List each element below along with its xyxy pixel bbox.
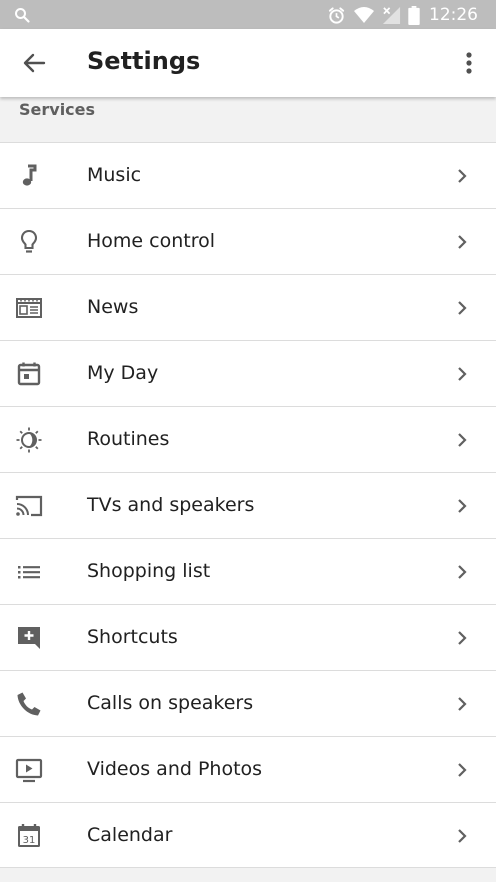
music-note-icon xyxy=(22,164,37,186)
list-item-routines[interactable]: Routines xyxy=(0,406,496,472)
list-item-home-control[interactable]: Home control xyxy=(0,208,496,274)
search-icon xyxy=(15,8,30,23)
section-header: Services xyxy=(0,97,496,142)
calendar-today-icon xyxy=(17,362,41,386)
list-item-label: Shortcuts xyxy=(87,626,178,648)
phone-icon xyxy=(17,692,41,716)
list-item-label: Home control xyxy=(87,230,216,252)
list-item-label: News xyxy=(87,296,139,318)
add-comment-icon xyxy=(18,627,40,649)
list-item-label: Videos and Photos xyxy=(87,758,263,780)
chevron-right-icon xyxy=(458,235,467,249)
status-bar: 12:26 xyxy=(0,0,496,29)
chevron-right-icon xyxy=(458,433,467,447)
video-play-icon xyxy=(15,758,43,783)
list-item-label: Calls on speakers xyxy=(87,692,254,714)
more-vert-icon[interactable] xyxy=(456,49,482,77)
chevron-right-icon xyxy=(458,499,467,513)
app-bar: Settings xyxy=(0,29,496,97)
services-list: Music Home control News My Day Routines … xyxy=(0,142,496,868)
wifi-icon xyxy=(354,7,374,23)
list-item-label: Music xyxy=(87,164,142,186)
page-title: Settings xyxy=(87,47,201,75)
list-item-tvs-and-speakers[interactable]: TVs and speakers xyxy=(0,472,496,538)
chevron-right-icon xyxy=(458,697,467,711)
signal-icon xyxy=(382,6,401,24)
back-arrow-icon[interactable] xyxy=(20,49,48,77)
list-item-music[interactable]: Music xyxy=(0,142,496,208)
chevron-right-icon xyxy=(458,169,467,183)
list-item-label: TVs and speakers xyxy=(87,494,255,516)
chevron-right-icon xyxy=(458,301,467,315)
list-item-my-day[interactable]: My Day xyxy=(0,340,496,406)
chevron-right-icon xyxy=(458,631,467,645)
chevron-right-icon xyxy=(458,829,467,843)
chevron-right-icon xyxy=(458,565,467,579)
status-time: 12:26 xyxy=(429,5,478,25)
list-item-label: Shopping list xyxy=(87,560,211,582)
list-item-shopping-list[interactable]: Shopping list xyxy=(0,538,496,604)
list-item-news[interactable]: News xyxy=(0,274,496,340)
list-icon xyxy=(18,566,40,579)
routines-sun-icon xyxy=(16,427,42,453)
newspaper-icon xyxy=(16,298,42,318)
list-item-label: Routines xyxy=(87,428,170,450)
list-item-calls-on-speakers[interactable]: Calls on speakers xyxy=(0,670,496,736)
alarm-icon xyxy=(328,6,345,24)
battery-icon xyxy=(408,5,420,25)
calendar-31-icon: 31 xyxy=(18,824,40,847)
chevron-right-icon xyxy=(458,367,467,381)
list-item-label: My Day xyxy=(87,362,159,384)
chevron-right-icon xyxy=(458,763,467,777)
list-item-shortcuts[interactable]: Shortcuts xyxy=(0,604,496,670)
list-item-videos-and-photos[interactable]: Videos and Photos xyxy=(0,736,496,802)
cast-icon xyxy=(15,495,43,517)
list-item-calendar[interactable]: 31 Calendar xyxy=(0,802,496,868)
calendar-badge: 31 xyxy=(23,835,36,846)
section-title: Services xyxy=(19,100,96,119)
list-item-label: Calendar xyxy=(87,824,173,846)
lightbulb-icon xyxy=(20,229,38,253)
